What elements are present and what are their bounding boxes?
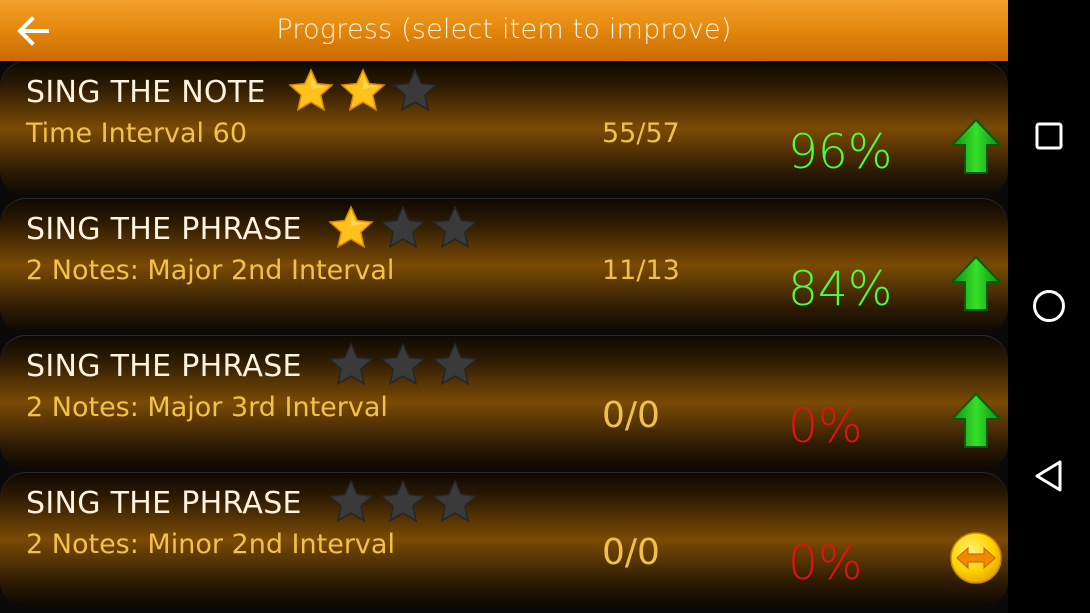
star-empty-icon [328,479,374,523]
list-item[interactable]: SING THE NOTE Time Interval 60 55/57 96% [0,61,1008,196]
app-bar: Progress (select item to improve) [0,0,1008,61]
item-subtitle: Time Interval 60 [26,118,247,149]
item-percent: 84% [788,262,893,317]
item-percent: 0% [788,399,863,454]
triangle-back-icon [1035,460,1062,492]
star-empty-icon [380,205,426,249]
item-score: 0/0 [602,532,660,573]
star-empty-icon [380,342,426,386]
progress-screen: Progress (select item to improve) SING T… [0,0,1008,613]
square-recents-icon [1035,122,1063,150]
star-empty-icon [380,479,426,523]
item-subtitle: 2 Notes: Major 3rd Interval [26,392,388,423]
item-title: SING THE PHRASE [26,212,302,247]
star-rating [327,204,479,256]
star-rating [327,478,479,530]
arrow-up-icon [949,118,1003,174]
home-button[interactable] [1022,279,1076,333]
item-score: 11/13 [602,255,680,286]
item-subtitle: 2 Notes: Major 2nd Interval [26,255,395,286]
list-item[interactable]: SING THE PHRASE 2 Notes: Minor 2nd Inter… [0,472,1008,607]
item-percent: 96% [788,125,893,180]
arrow-up-icon [949,255,1003,311]
star-empty-icon [432,342,478,386]
star-empty-icon [328,342,374,386]
recents-button[interactable] [1022,109,1076,163]
item-score: 55/57 [602,118,680,149]
star-filled-icon [288,68,334,112]
page-title: Progress (select item to improve) [276,14,732,45]
item-title: SING THE PHRASE [26,349,302,384]
back-nav-button[interactable] [1022,449,1076,503]
star-filled-icon [340,68,386,112]
list-item[interactable]: SING THE PHRASE 2 Notes: Major 2nd Inter… [0,198,1008,333]
star-rating [287,67,439,119]
arrow-left-right-icon [950,532,1002,584]
item-percent: 0% [788,536,863,591]
star-empty-icon [432,205,478,249]
star-empty-icon [392,68,438,112]
arrow-up-icon [949,392,1003,448]
star-rating [327,341,479,393]
list-item[interactable]: SING THE PHRASE 2 Notes: Major 3rd Inter… [0,335,1008,470]
item-subtitle: 2 Notes: Minor 2nd Interval [26,529,395,560]
circle-home-icon [1033,290,1065,322]
item-title: SING THE NOTE [26,75,266,110]
star-filled-icon [328,205,374,249]
item-title: SING THE PHRASE [26,486,302,521]
progress-list: SING THE NOTE Time Interval 60 55/57 96%… [0,61,1008,613]
item-score: 0/0 [602,395,660,436]
star-empty-icon [432,479,478,523]
system-nav-bar [1008,0,1090,613]
